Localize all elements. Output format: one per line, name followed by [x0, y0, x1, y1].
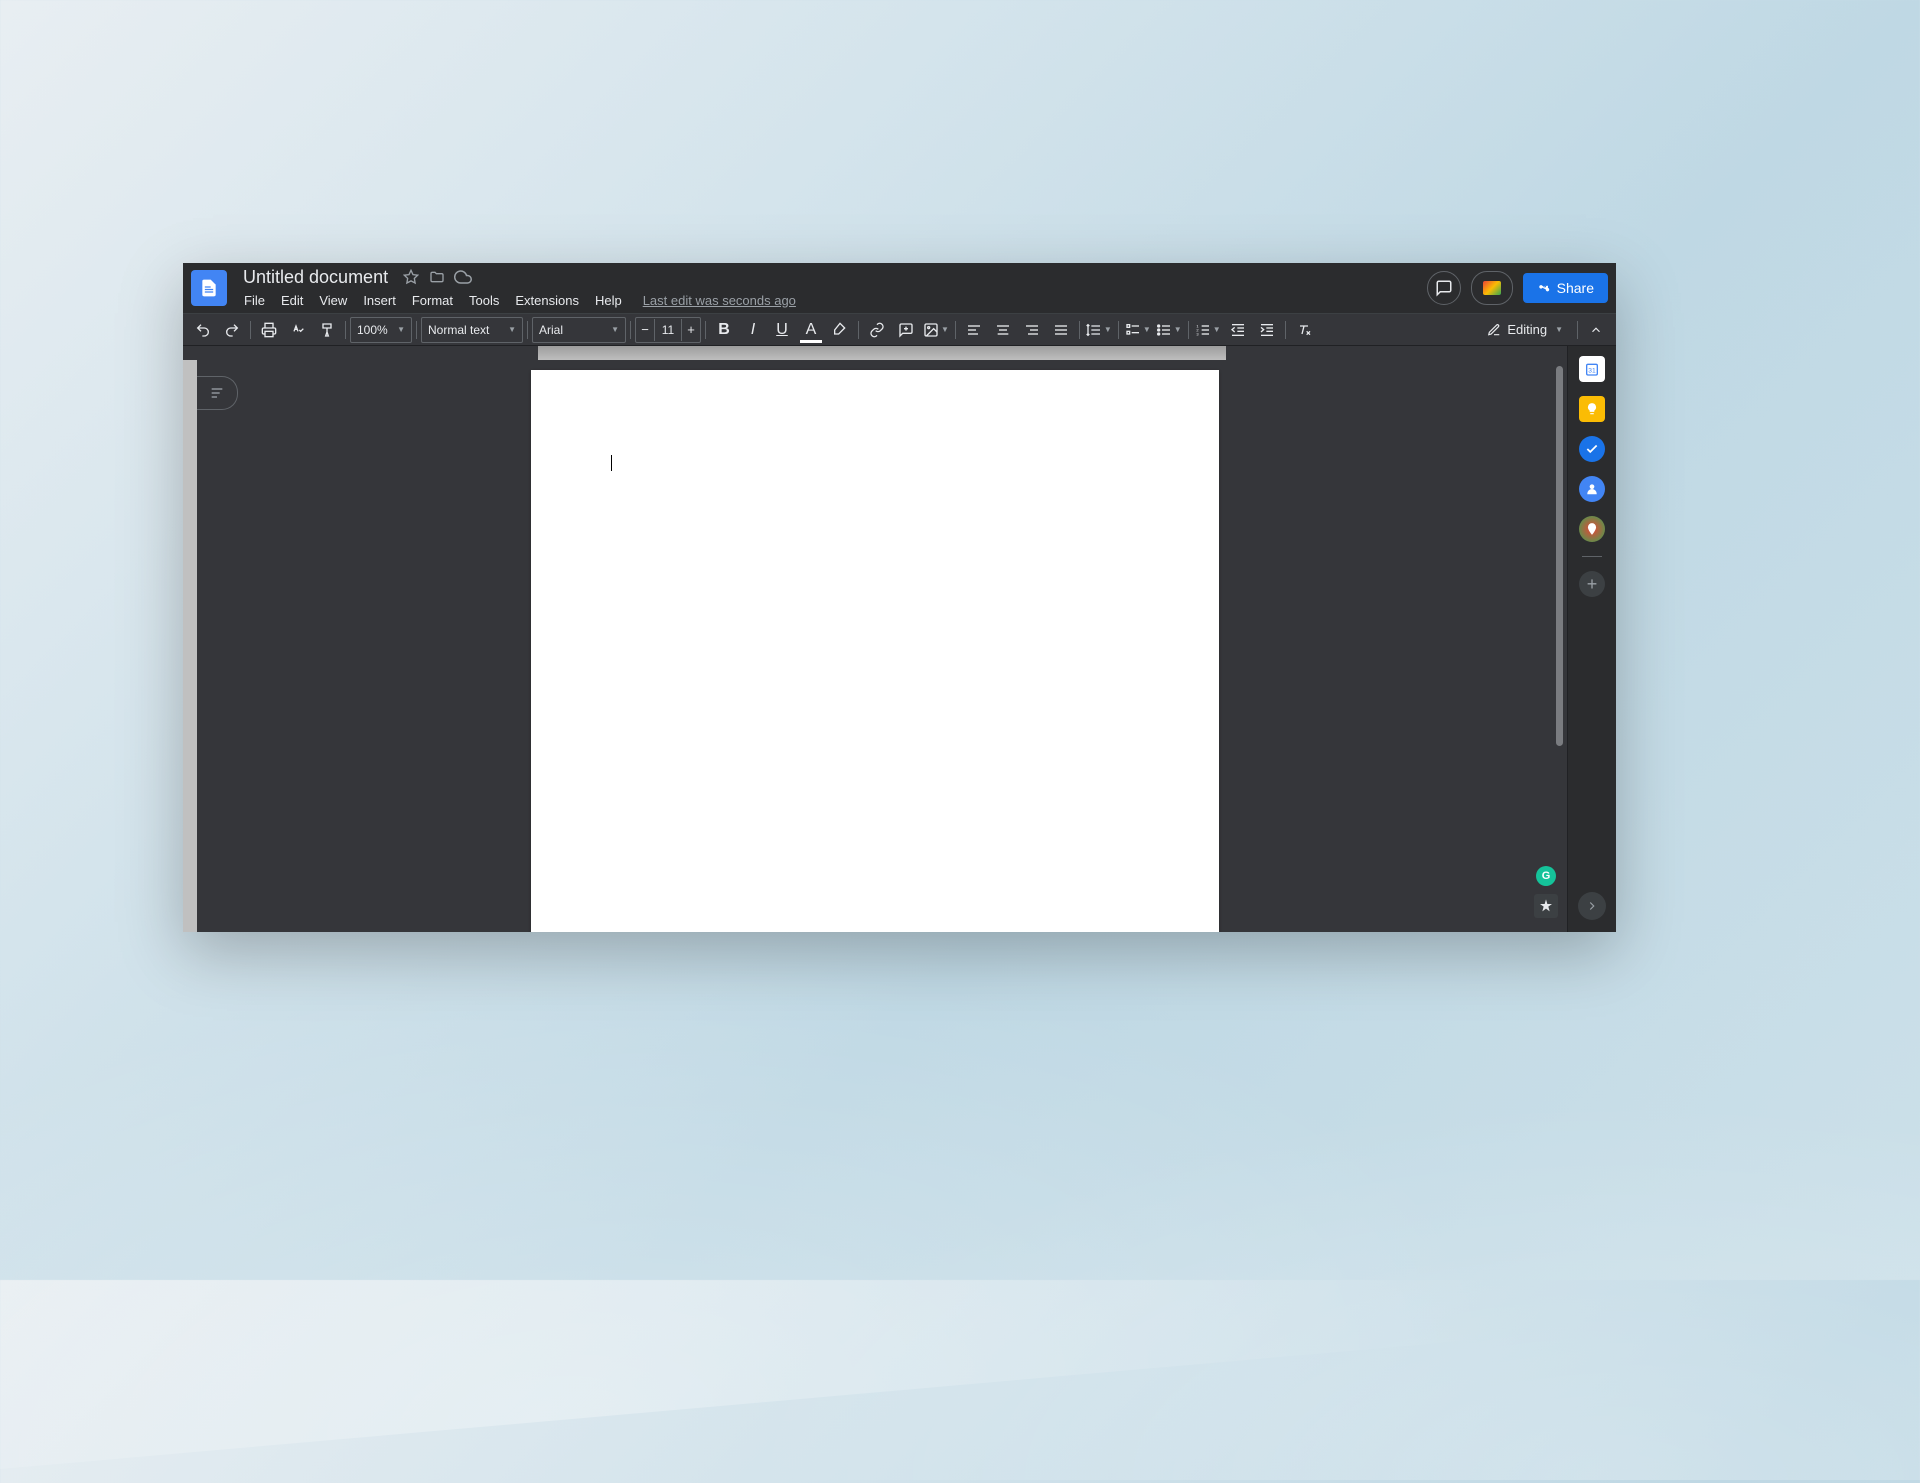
font-size-control: − 11 + [635, 317, 701, 343]
font-size-decrease[interactable]: − [636, 319, 654, 341]
numbered-list-icon[interactable]: 123 [1193, 318, 1223, 342]
cloud-status-icon[interactable] [454, 268, 472, 286]
align-center-icon[interactable] [989, 318, 1017, 342]
menu-help[interactable]: Help [588, 291, 629, 310]
hide-menus-icon[interactable] [1582, 318, 1610, 342]
horizontal-ruler[interactable] [197, 346, 1567, 360]
vertical-scrollbar[interactable] [1556, 366, 1563, 746]
font-size-increase[interactable]: + [682, 319, 700, 341]
underline-icon[interactable]: U [768, 318, 796, 342]
bulleted-list-icon[interactable] [1154, 318, 1184, 342]
meet-button[interactable] [1471, 271, 1513, 305]
menu-format[interactable]: Format [405, 291, 460, 310]
menu-edit[interactable]: Edit [274, 291, 310, 310]
star-icon[interactable] [402, 268, 420, 286]
insert-image-icon[interactable] [921, 318, 951, 342]
menu-insert[interactable]: Insert [356, 291, 403, 310]
highlight-icon[interactable] [826, 318, 854, 342]
checklist-icon[interactable] [1123, 318, 1153, 342]
keep-icon[interactable] [1579, 396, 1605, 422]
document-canvas[interactable] [183, 346, 1567, 932]
comment-history-icon[interactable] [1427, 271, 1461, 305]
align-right-icon[interactable] [1018, 318, 1046, 342]
svg-text:31: 31 [1588, 367, 1596, 374]
side-panel: 31 + [1567, 346, 1616, 932]
undo-icon[interactable] [189, 318, 217, 342]
styles-dropdown[interactable]: Normal text [421, 317, 523, 343]
redo-icon[interactable] [218, 318, 246, 342]
last-edit-link[interactable]: Last edit was seconds ago [643, 293, 796, 308]
italic-icon[interactable]: I [739, 318, 767, 342]
vertical-ruler[interactable] [183, 360, 197, 932]
align-left-icon[interactable] [960, 318, 988, 342]
contacts-icon[interactable] [1579, 476, 1605, 502]
menu-bar: File Edit View Insert Format Tools Exten… [237, 290, 1427, 310]
font-size-value[interactable]: 11 [654, 319, 682, 341]
bold-icon[interactable]: B [710, 318, 738, 342]
calendar-icon[interactable]: 31 [1579, 356, 1605, 382]
tasks-icon[interactable] [1579, 436, 1605, 462]
menu-view[interactable]: View [312, 291, 354, 310]
maps-icon[interactable] [1579, 516, 1605, 542]
get-addons-icon[interactable]: + [1579, 571, 1605, 597]
hide-sidepanel-icon[interactable] [1578, 892, 1606, 920]
editing-mode-button[interactable]: Editing [1477, 318, 1573, 342]
font-dropdown[interactable]: Arial [532, 317, 626, 343]
outline-toggle-icon[interactable] [197, 376, 238, 410]
spellcheck-icon[interactable] [284, 318, 312, 342]
align-justify-icon[interactable] [1047, 318, 1075, 342]
share-button[interactable]: Share [1523, 273, 1608, 303]
text-color-icon[interactable]: A [797, 318, 825, 342]
svg-text:3: 3 [1196, 331, 1199, 336]
paint-format-icon[interactable] [313, 318, 341, 342]
menu-extensions[interactable]: Extensions [508, 291, 586, 310]
grammarly-icon[interactable]: G [1536, 866, 1556, 886]
text-cursor [611, 455, 612, 471]
svg-text:2: 2 [1196, 327, 1199, 332]
move-icon[interactable] [428, 268, 446, 286]
share-label: Share [1557, 280, 1594, 296]
increase-indent-icon[interactable] [1253, 318, 1281, 342]
insert-link-icon[interactable] [863, 318, 891, 342]
print-icon[interactable] [255, 318, 283, 342]
explore-icon[interactable] [1534, 894, 1558, 918]
toolbar: 100% Normal text Arial − 11 + B I U A 12… [183, 313, 1616, 346]
zoom-dropdown[interactable]: 100% [350, 317, 412, 343]
docs-window: Untitled document File Edit View Insert … [183, 263, 1616, 932]
clear-formatting-icon[interactable] [1290, 318, 1318, 342]
docs-logo[interactable] [191, 270, 227, 306]
add-comment-icon[interactable] [892, 318, 920, 342]
document-page[interactable] [531, 370, 1219, 932]
line-spacing-icon[interactable] [1084, 318, 1114, 342]
svg-text:1: 1 [1196, 323, 1199, 328]
sidepanel-separator [1582, 556, 1602, 557]
document-title[interactable]: Untitled document [237, 266, 394, 289]
decrease-indent-icon[interactable] [1224, 318, 1252, 342]
header-bar: Untitled document File Edit View Insert … [183, 263, 1616, 313]
menu-tools[interactable]: Tools [462, 291, 506, 310]
menu-file[interactable]: File [237, 291, 272, 310]
